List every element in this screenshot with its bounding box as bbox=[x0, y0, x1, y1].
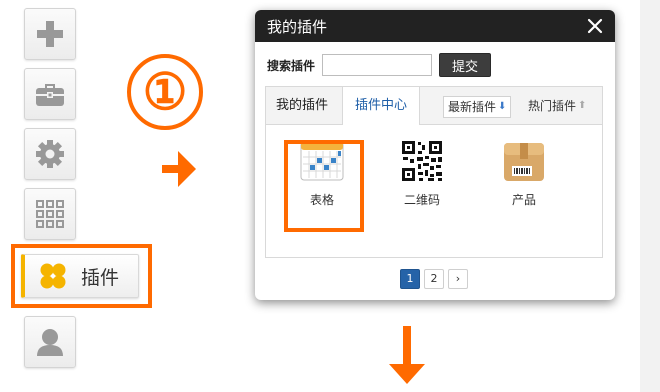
tab-plugin-center[interactable]: 插件中心 bbox=[342, 87, 420, 125]
plugin-button[interactable]: 插件 bbox=[21, 254, 139, 298]
next-page-button[interactable]: › bbox=[448, 269, 468, 289]
page-button-2[interactable]: 2 bbox=[424, 269, 444, 289]
submit-button[interactable]: 提交 bbox=[439, 53, 491, 77]
plugin-button-label: 插件 bbox=[81, 266, 120, 289]
sort-popular-label: 热门插件 bbox=[528, 99, 577, 113]
user-icon bbox=[37, 329, 63, 356]
tab-my-plugins[interactable]: 我的插件 bbox=[276, 87, 328, 125]
tab-bar: 我的插件 插件中心 最新插件 ⬇ 热门插件 ⬆ bbox=[266, 87, 602, 125]
dialog-header: 我的插件 bbox=[255, 10, 615, 42]
plugin-tile-label: 二维码 bbox=[403, 193, 440, 207]
clover-icon bbox=[40, 263, 66, 289]
add-button[interactable] bbox=[24, 8, 76, 60]
page-button-1[interactable]: 1 bbox=[400, 269, 420, 289]
sort-popular-button[interactable]: 热门插件 ⬆ bbox=[528, 96, 586, 116]
box-icon bbox=[504, 143, 544, 181]
sort-newest-button[interactable]: 最新插件 ⬇ bbox=[443, 96, 512, 118]
arrow-up-small-icon: ⬆ bbox=[578, 100, 587, 111]
dialog-title: 我的插件 bbox=[267, 17, 328, 36]
search-row: 搜索插件 提交 bbox=[267, 53, 491, 77]
pagination: 1 2 › bbox=[400, 269, 468, 289]
arrow-down-icon bbox=[389, 326, 425, 384]
plus-icon bbox=[37, 21, 63, 47]
briefcase-icon bbox=[36, 84, 64, 106]
search-label: 搜索插件 bbox=[267, 58, 316, 73]
table-tile-highlight bbox=[284, 140, 364, 232]
right-margin-strip bbox=[640, 0, 660, 392]
qr-code-icon bbox=[400, 139, 444, 183]
grid-icon bbox=[36, 200, 64, 228]
gear-icon bbox=[36, 140, 64, 168]
settings-button[interactable] bbox=[24, 128, 76, 180]
apps-grid-button[interactable] bbox=[24, 188, 76, 240]
arrow-right-icon bbox=[162, 151, 196, 187]
arrow-down-small-icon: ⬇ bbox=[498, 101, 507, 112]
plugin-tile-qr[interactable]: 二维码 bbox=[386, 139, 458, 208]
plugin-tile-product[interactable]: 产品 bbox=[488, 139, 560, 208]
plugin-button-highlight: 插件 bbox=[11, 244, 152, 308]
profile-button[interactable] bbox=[24, 316, 76, 368]
close-icon[interactable] bbox=[585, 16, 605, 36]
search-input[interactable] bbox=[322, 54, 432, 76]
plugin-tile-label: 产品 bbox=[511, 193, 536, 207]
sort-newest-label: 最新插件 bbox=[448, 100, 497, 114]
step-number-badge: ① bbox=[127, 54, 203, 130]
toolbox-button[interactable] bbox=[24, 68, 76, 120]
